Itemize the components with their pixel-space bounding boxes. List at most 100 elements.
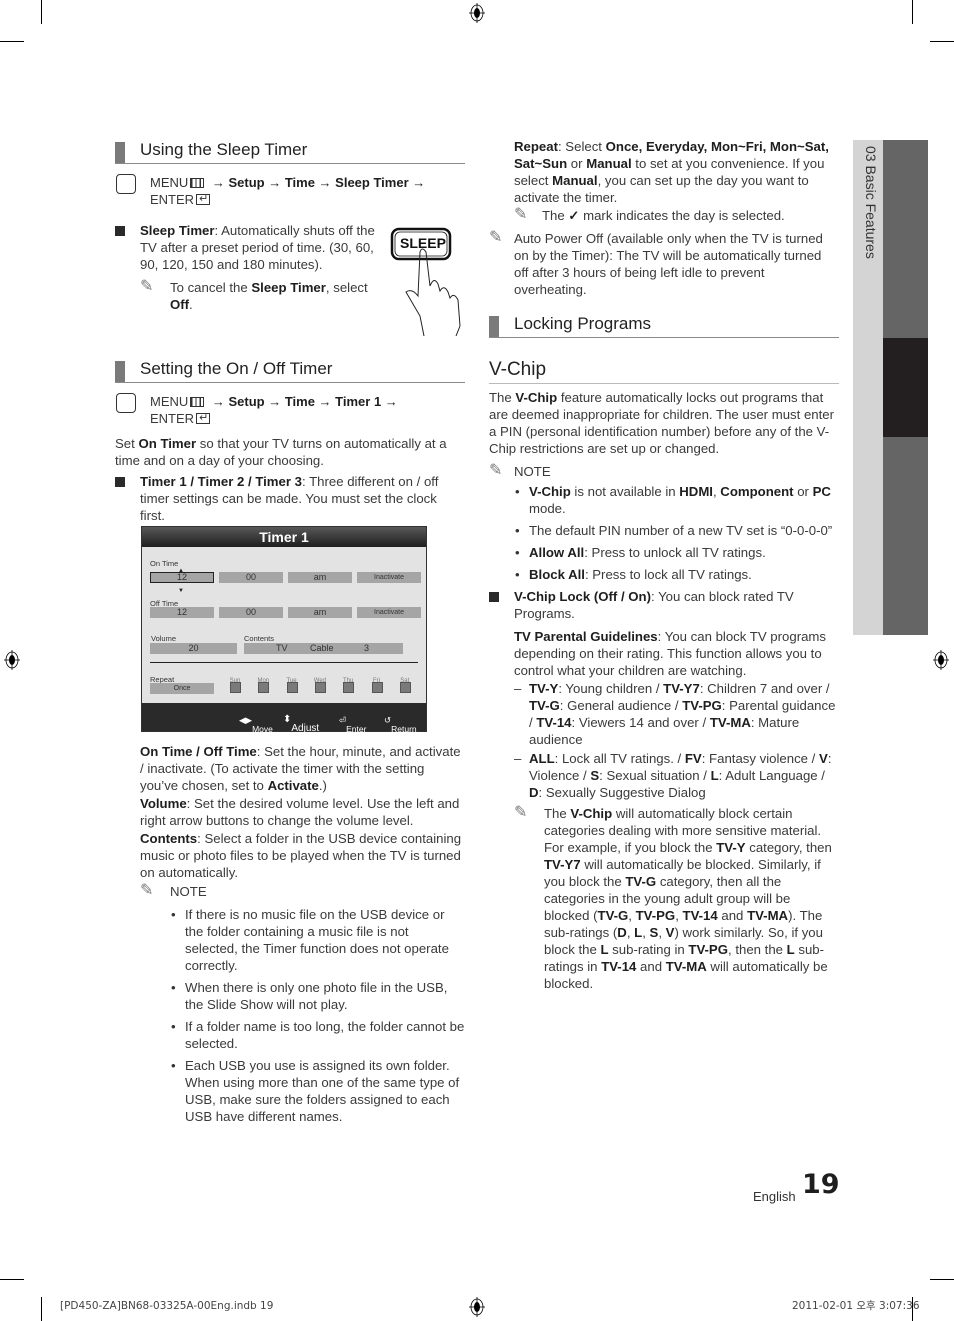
off-time-hour[interactable]: 12 [150, 607, 214, 618]
note-pencil-icon: ✎ [489, 229, 503, 246]
list-item: Allow All: Press to unlock all TV rating… [515, 544, 839, 561]
term: Sleep Timer [251, 280, 326, 295]
term: V-Chip [529, 484, 571, 499]
crop-mark [930, 41, 954, 42]
day-checkbox[interactable] [286, 682, 298, 693]
note-text: To cancel the [170, 280, 252, 295]
text: The [489, 390, 516, 405]
term: V [819, 751, 828, 766]
text: : Young children / [558, 681, 664, 696]
volume-field[interactable]: 20 [150, 643, 237, 654]
off-time-state[interactable]: Inactivate [357, 607, 421, 618]
text: The [542, 208, 569, 223]
text: : Adult Language / [718, 768, 825, 783]
day-checkbox[interactable] [399, 682, 411, 693]
check-icon: ✓ [568, 208, 580, 223]
off-time-ampm[interactable]: am [288, 607, 352, 618]
enter-label: ENTER [150, 411, 195, 426]
list-item: Each USB you use is assigned its own fol… [171, 1057, 465, 1125]
timer-osd-screen: Timer 1 On Time ▲ 12 ▼ 00 am Inactivate … [141, 526, 427, 734]
term: TV-MA [747, 908, 789, 923]
term: Component [720, 484, 794, 499]
on-time-minute[interactable]: 00 [219, 572, 283, 583]
text: : Fantasy violence / [701, 751, 820, 766]
menu-icon [190, 178, 205, 188]
day-checkbox[interactable] [258, 682, 270, 693]
slug-timestamp: 2011-02-01 오후 3:07:36 [792, 1300, 920, 1312]
enter-icon [196, 410, 211, 427]
remote-hand-icon [116, 174, 136, 194]
term: TV-Y [716, 840, 746, 855]
vchip-lock-bullet: V-Chip Lock (Off / On): You can block ra… [489, 588, 839, 622]
hint-label: Move [252, 724, 273, 734]
heading-bar [115, 361, 125, 382]
day-checkbox[interactable] [230, 682, 241, 693]
ratings-list: TV-Y: Young children / TV-Y7: Children 7… [514, 680, 839, 801]
text: The [544, 806, 571, 821]
registration-mark-icon [469, 3, 485, 23]
term: On Timer [138, 436, 197, 451]
chapter-tab: 03 Basic Features [853, 140, 883, 635]
registration-mark-icon [933, 650, 949, 670]
contents-field[interactable]: TV Cable 3 [244, 643, 403, 654]
crop-mark [41, 1297, 42, 1321]
day-checkbox[interactable] [343, 682, 355, 693]
text: Set [115, 436, 139, 451]
text: , [675, 908, 683, 923]
chapter-tab-block [883, 437, 928, 635]
section-heading-sleep-timer: Using the Sleep Timer [115, 138, 465, 164]
text: : Press to lock all TV ratings. [584, 567, 752, 582]
term: TV-PG [688, 942, 728, 957]
parental-guidelines: TV Parental Guidelines: You can block TV… [489, 628, 839, 992]
note-pencil-icon: ✎ [140, 278, 154, 295]
term: TV-14 [601, 959, 637, 974]
list-item: ALL: Lock all TV ratings. / FV: Fantasy … [514, 750, 839, 801]
vchip-cascade-note: ✎ The V-Chip will automatically block ce… [514, 805, 839, 992]
repeat-field[interactable]: Once [150, 683, 214, 694]
vchip-notes-list: V-Chip is not available in HDMI, Compone… [489, 483, 839, 583]
term: Off [170, 297, 190, 312]
text: , [628, 908, 636, 923]
term: Volume [140, 796, 187, 811]
text: or [567, 156, 587, 171]
term: V-Chip [515, 390, 558, 405]
on-time-label: On Time [150, 559, 179, 568]
term: Repeat [514, 139, 558, 154]
day-checkbox[interactable] [314, 682, 326, 693]
heading-bar [115, 142, 125, 163]
day-checkbox[interactable] [371, 682, 383, 693]
term: Manual [552, 173, 598, 188]
crop-mark [0, 41, 24, 42]
on-time-ampm[interactable]: am [288, 572, 352, 583]
page-number: 19 [802, 1169, 840, 1200]
on-time-state[interactable]: Inactivate [357, 572, 421, 583]
note-header: ✎ NOTE [140, 883, 465, 900]
menu-path-sleep: MENU → Setup → Time → Sleep Timer → ENTE… [115, 174, 465, 210]
hint-label: Return [391, 724, 417, 734]
crop-mark [0, 1279, 24, 1280]
list-item: If there is no music file on the USB dev… [171, 906, 465, 974]
on-time-hour[interactable]: 12 [150, 572, 214, 583]
term: TV-14 [682, 908, 718, 923]
text: : Select [557, 139, 606, 154]
term: V-Chip Lock (Off / On) [514, 589, 651, 604]
off-time-minute[interactable]: 00 [219, 607, 283, 618]
term: Timer 1 / Timer 2 / Timer 3 [140, 474, 302, 489]
term: HDMI [679, 484, 713, 499]
section-title: Setting the On / Off Timer [140, 359, 333, 378]
note-header: ✎ NOTE [489, 463, 839, 480]
term: TV-G [625, 874, 657, 889]
enter-icon [196, 191, 211, 208]
list-item: When there is only one photo file in the… [171, 979, 465, 1013]
text: is not available in [570, 484, 680, 499]
repeat-desc: Repeat: Select Once, Everyday, Mon~Fri, … [489, 138, 839, 224]
text: or [793, 484, 813, 499]
term: L [600, 942, 609, 957]
term: V-Chip [570, 806, 613, 821]
text: sub-rating in [608, 942, 689, 957]
term: Sleep Timer [140, 223, 215, 238]
crop-mark [41, 0, 42, 24]
timer-notes-list: If there is no music file on the USB dev… [140, 906, 465, 1125]
note-pencil-icon: ✎ [489, 462, 503, 479]
registration-mark-icon [4, 650, 20, 670]
